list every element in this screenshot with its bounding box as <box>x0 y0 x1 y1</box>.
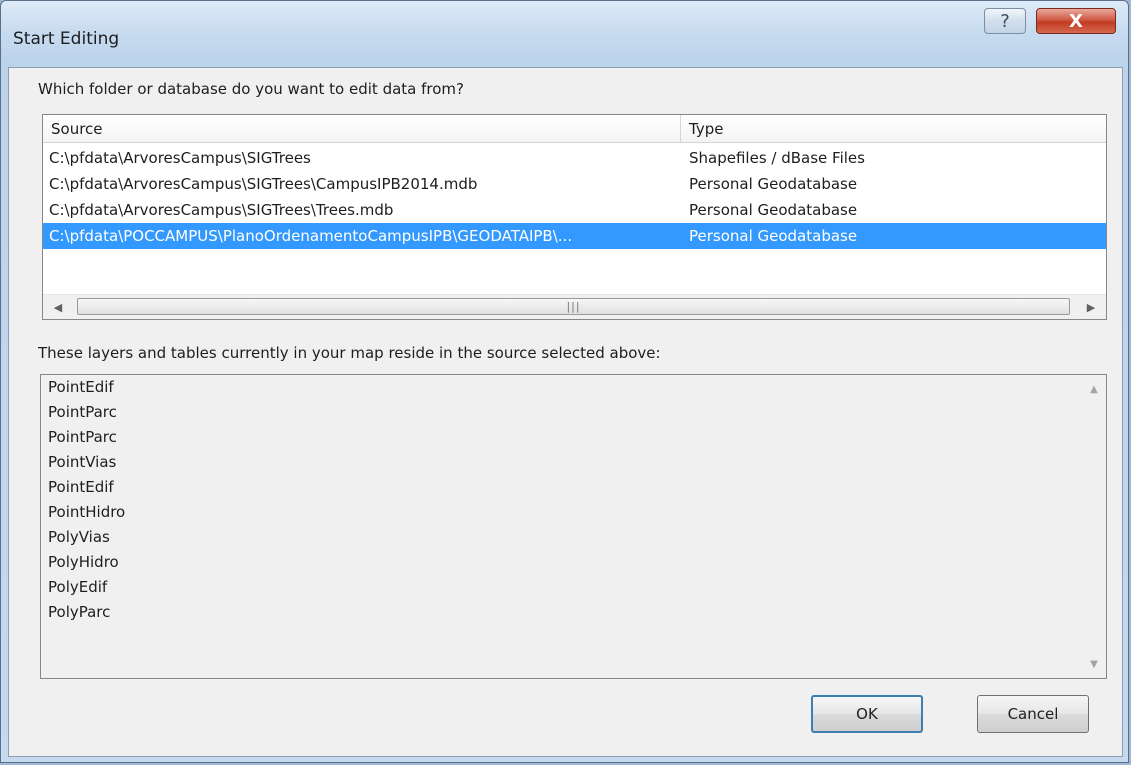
source-row[interactable]: C:\pfdata\ArvoresCampus\SIGTrees\Trees.m… <box>43 197 1106 223</box>
title-bar[interactable]: Start Editing ? X <box>1 1 1128 69</box>
left-arrow-icon[interactable]: ◀ <box>43 295 73 319</box>
source-type: Shapefiles / dBase Files <box>689 149 865 167</box>
dialog-body: Which folder or database do you want to … <box>8 67 1123 757</box>
source-list[interactable]: Source Type C:\pfdata\ArvoresCampus\SIGT… <box>42 114 1107 320</box>
start-editing-dialog: Start Editing ? X Which folder or databa… <box>0 0 1129 763</box>
source-type: Personal Geodatabase <box>689 227 858 245</box>
layer-item: PointHidro <box>48 503 126 521</box>
vertical-scrollbar[interactable]: ▲ ▼ <box>1082 375 1106 678</box>
layer-item: PointEdif <box>48 378 114 396</box>
source-path: C:\pfdata\ArvoresCampus\SIGTrees\Trees.m… <box>49 201 394 219</box>
layers-list[interactable]: PointEdif PointParc PointParc PointVias … <box>40 374 1107 679</box>
help-button[interactable]: ? <box>984 8 1026 34</box>
up-arrow-icon[interactable]: ▲ <box>1082 378 1106 400</box>
grip-icon: ||| <box>566 300 581 313</box>
layer-item: PolyHidro <box>48 553 119 571</box>
layer-item: PointParc <box>48 428 117 446</box>
ok-button[interactable]: OK <box>811 695 923 733</box>
source-question-label: Which folder or database do you want to … <box>38 80 464 98</box>
column-header-source[interactable]: Source <box>43 115 681 143</box>
horizontal-scrollbar[interactable]: ◀ ||| ▶ <box>43 294 1106 319</box>
layer-item: PolyParc <box>48 603 111 621</box>
window-title: Start Editing <box>13 29 120 49</box>
right-arrow-icon[interactable]: ▶ <box>1076 295 1106 319</box>
column-header-type[interactable]: Type <box>681 115 1106 143</box>
down-arrow-icon[interactable]: ▼ <box>1082 653 1106 675</box>
source-row[interactable]: C:\pfdata\ArvoresCampus\SIGTrees Shapefi… <box>43 145 1106 171</box>
source-row[interactable]: C:\pfdata\ArvoresCampus\SIGTrees\CampusI… <box>43 171 1106 197</box>
layers-label: These layers and tables currently in you… <box>38 344 661 362</box>
layer-item: PolyVias <box>48 528 110 546</box>
layer-item: PointVias <box>48 453 117 471</box>
cancel-button[interactable]: Cancel <box>977 695 1089 733</box>
close-button[interactable]: X <box>1036 8 1116 34</box>
source-path: C:\pfdata\POCCAMPUS\PlanoOrdenamentoCamp… <box>49 227 573 245</box>
scrollbar-thumb[interactable]: ||| <box>77 298 1070 315</box>
source-path: C:\pfdata\ArvoresCampus\SIGTrees\CampusI… <box>49 175 478 193</box>
layer-item: PointEdif <box>48 478 114 496</box>
source-type: Personal Geodatabase <box>689 201 858 219</box>
layer-item: PointParc <box>48 403 117 421</box>
close-icon: X <box>1069 10 1083 32</box>
source-path: C:\pfdata\ArvoresCampus\SIGTrees <box>49 149 311 167</box>
help-icon: ? <box>1000 10 1010 32</box>
source-row-selected[interactable]: C:\pfdata\POCCAMPUS\PlanoOrdenamentoCamp… <box>43 223 1106 249</box>
layer-item: PolyEdif <box>48 578 108 596</box>
source-type: Personal Geodatabase <box>689 175 858 193</box>
